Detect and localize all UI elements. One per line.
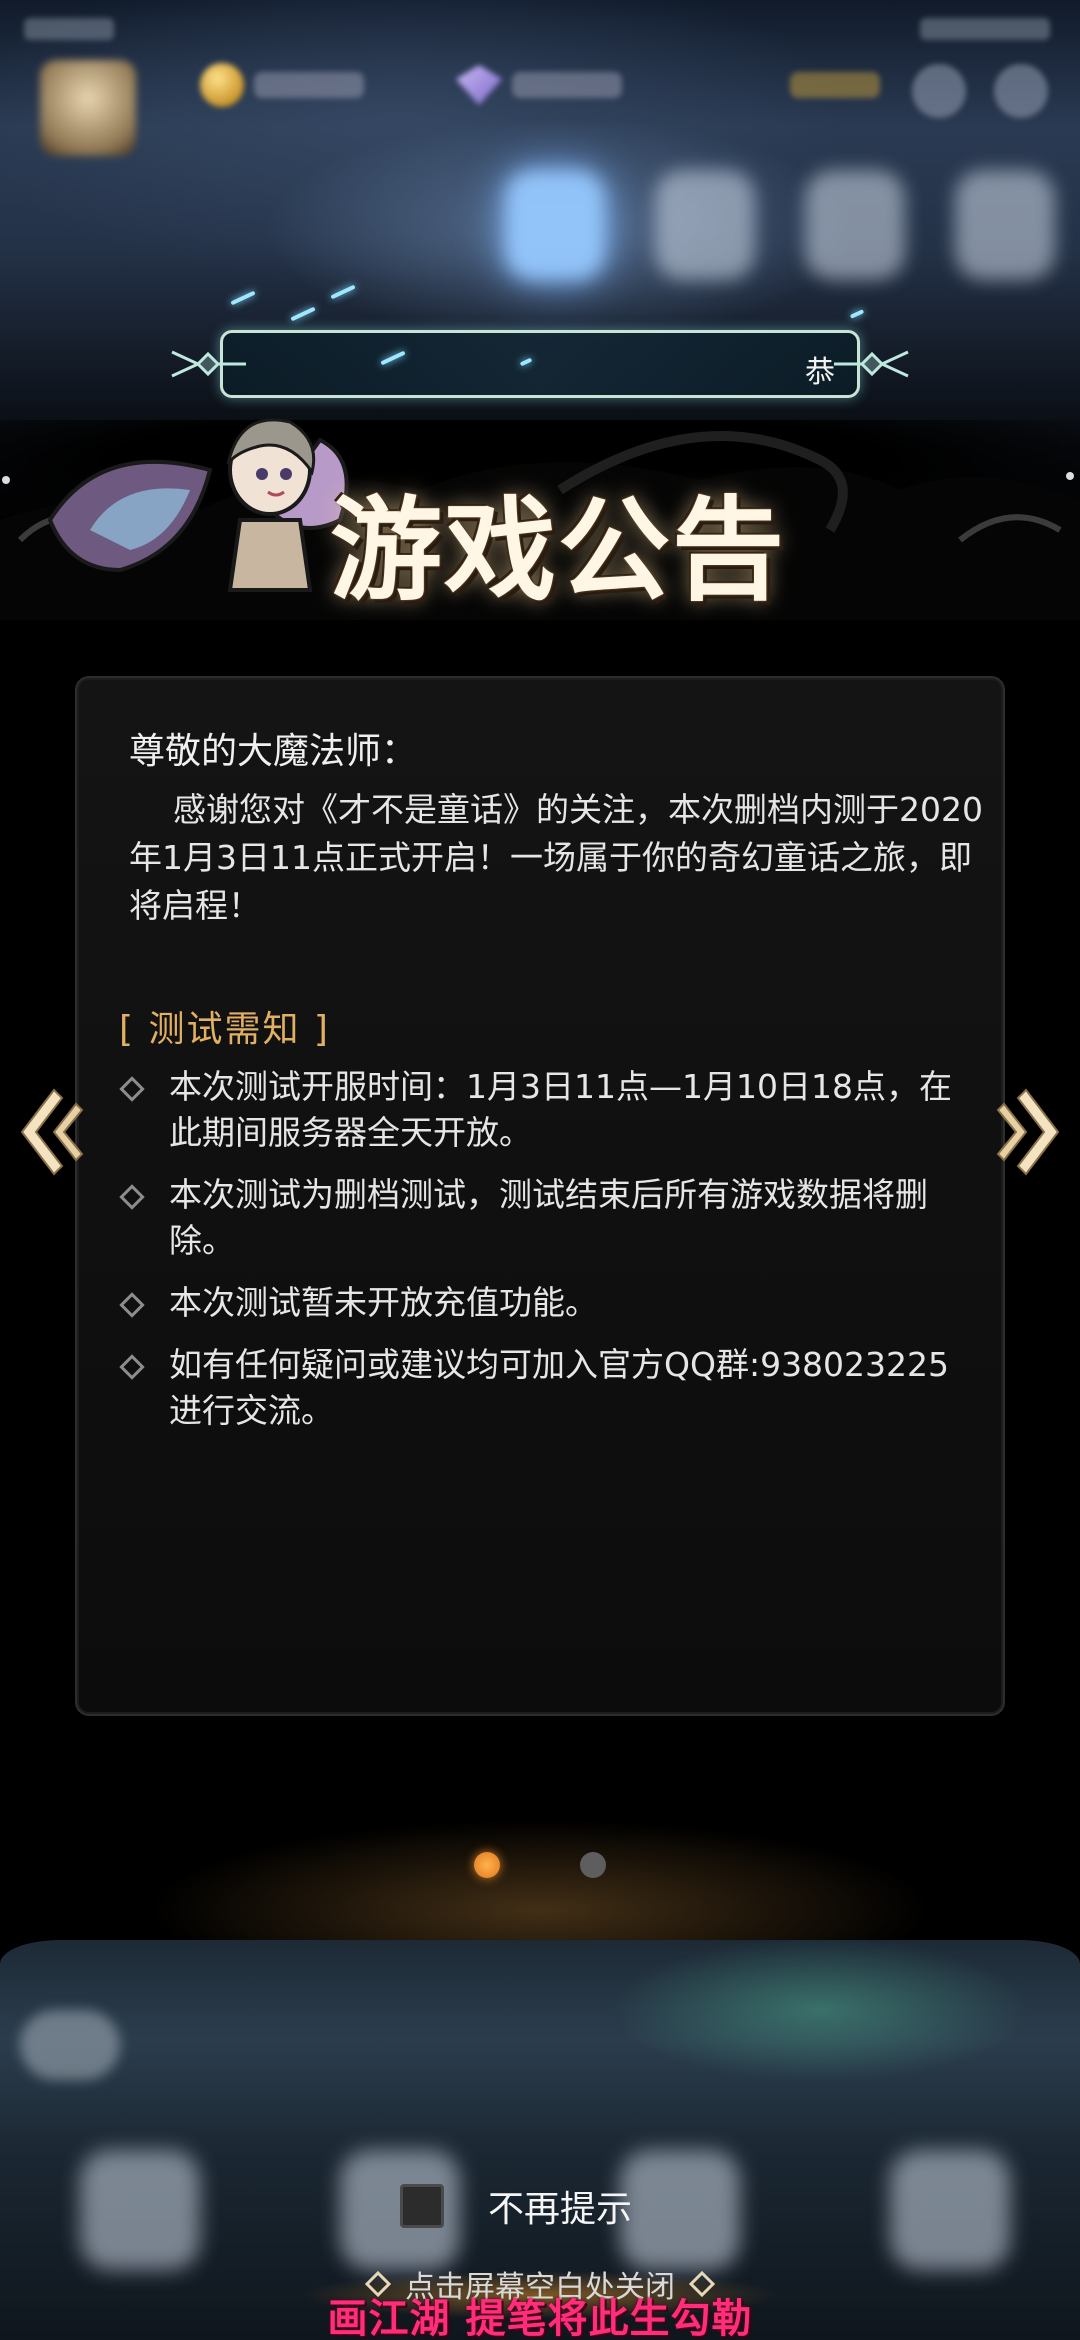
do-not-remind-checkbox[interactable] (400, 2184, 444, 2228)
bullet-text: 本次测试为删档测试，测试结束后所有游戏数据将删除。 (169, 1175, 928, 1260)
diamond-bullet-icon (119, 1292, 145, 1318)
notice-bullet-list: 本次测试开服时间：1月3日11点—1月10日18点，在此期间服务器全天开放。 本… (117, 1064, 977, 1450)
announcement-banner: 游戏公告 (0, 400, 1080, 620)
list-item: 本次测试开服时间：1月3日11点—1月10日18点，在此期间服务器全天开放。 (117, 1064, 977, 1156)
fairy-mascot (47, 418, 349, 592)
diamond-bullet-icon (119, 1184, 145, 1210)
marquee-text: 恭 (805, 355, 835, 390)
list-item: 本次测试为删档测试，测试结束后所有游戏数据将删除。 (117, 1172, 977, 1264)
top-hud-blurred (0, 50, 1080, 156)
do-not-remind-toggle[interactable]: 不再提示 (400, 2180, 632, 2232)
marquee-right-ornament (834, 350, 909, 378)
do-not-remind-label: 不再提示 (488, 2189, 633, 2230)
bullet-text: 本次测试开服时间：1月3日11点—1月10日18点，在此期间服务器全天开放。 (169, 1067, 952, 1152)
notice-panel: 尊敬的大魔法师： 感谢您对《才不是童话》的关注，本次删档内测于2020年1月3日… (75, 676, 1005, 1716)
list-item: 如有任何疑问或建议均可加入官方QQ群:938023225进行交流。 (117, 1342, 977, 1434)
coin-icon (200, 63, 244, 107)
settings-icon (994, 64, 1048, 118)
page-indicator-dot[interactable] (580, 1852, 606, 1878)
video-caption: 画江湖 提笔将此生勾勒 (327, 2296, 753, 2340)
energy-currency (780, 60, 880, 110)
menu-icon (655, 170, 755, 280)
banner-title: 游戏公告 (330, 485, 786, 616)
diamond-bullet-icon (119, 1076, 145, 1102)
player-avatar (40, 60, 136, 156)
diamond-bullet-icon (119, 1354, 145, 1380)
marquee-left-ornament (171, 350, 246, 378)
announcement-marquee: 恭 (220, 330, 860, 398)
next-page-button[interactable] (996, 1082, 1066, 1182)
bottom-menu-icon (80, 2150, 200, 2270)
bottom-menu-icon (620, 2150, 740, 2270)
previous-page-button[interactable] (14, 1082, 84, 1182)
bullet-text: 本次测试暂未开放充值功能。 (169, 1283, 598, 1322)
gem-currency (456, 60, 622, 110)
gem-icon (456, 65, 502, 105)
notice-greeting: 尊敬的大魔法师： (129, 731, 418, 772)
menu-icon (805, 170, 905, 280)
double-chevron-left-icon (20, 1088, 84, 1176)
notice-intro: 感谢您对《才不是童话》的关注，本次删档内测于2020年1月3日11点正式开启！一… (129, 790, 983, 925)
bottom-menu-icon (890, 2150, 1010, 2270)
chat-icon (20, 2010, 120, 2080)
menu-icon-active (505, 170, 605, 280)
menu-icon (955, 170, 1055, 280)
gold-currency (200, 60, 364, 110)
bullet-text: 如有任何疑问或建议均可加入官方QQ群:938023225进行交流。 (169, 1345, 950, 1430)
double-chevron-right-icon (996, 1088, 1060, 1176)
list-item: 本次测试暂未开放充值功能。 (117, 1280, 977, 1326)
page-indicator-dot-active[interactable] (474, 1852, 500, 1878)
section-title: [ 测试需知 ] (119, 1009, 330, 1050)
floor-glow (0, 1700, 1080, 1940)
mail-icon (912, 64, 966, 118)
